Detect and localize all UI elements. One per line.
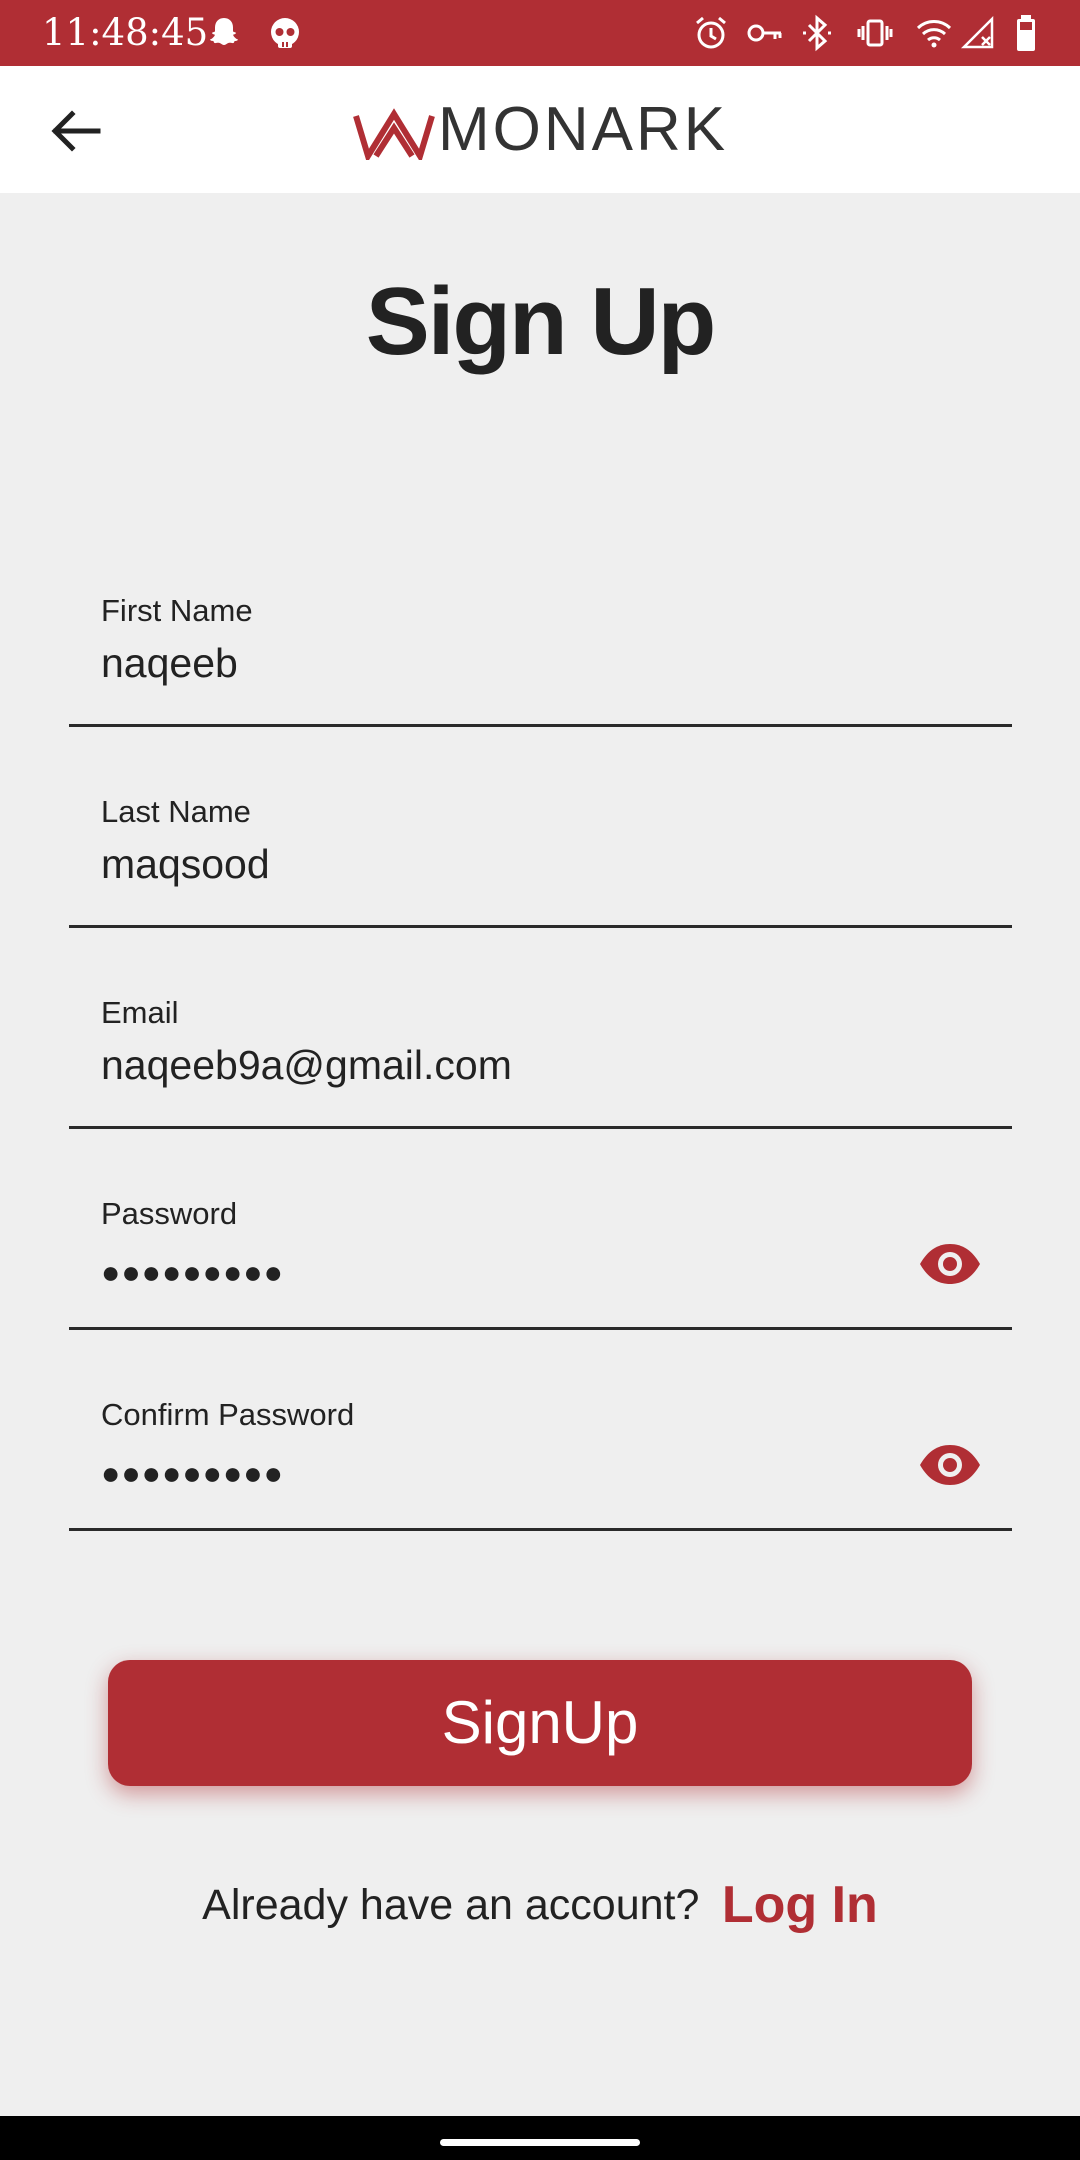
bluetooth-icon: [797, 13, 837, 53]
crown-icon: [352, 102, 436, 160]
confirm-password-visibility-toggle[interactable]: [918, 1441, 982, 1489]
home-gesture-handle[interactable]: [440, 2139, 640, 2146]
wifi-icon: [914, 13, 954, 53]
vpn-key-icon: [745, 13, 785, 53]
snapchat-ghost-icon: [204, 13, 244, 53]
navigation-bar: [0, 2116, 1080, 2160]
email-field[interactable]: Email naqeeb9a@gmail.com: [69, 969, 1012, 1129]
first-name-input[interactable]: naqeeb: [101, 637, 238, 689]
password-label: Password: [101, 1196, 238, 1231]
eye-icon: [920, 1445, 980, 1485]
logo-text: MONARK: [438, 95, 729, 164]
login-link[interactable]: Log In: [722, 1876, 878, 1934]
last-name-label: Last Name: [101, 794, 251, 829]
confirm-password-label: Confirm Password: [101, 1397, 355, 1432]
confirm-password-input[interactable]: ●●●●●●●●●: [101, 1451, 284, 1495]
vibrate-icon: [855, 13, 895, 53]
last-name-field[interactable]: Last Name maqsood: [69, 768, 1012, 928]
first-name-field[interactable]: First Name naqeeb: [69, 567, 1012, 727]
email-label: Email: [101, 995, 179, 1030]
last-name-input[interactable]: maqsood: [101, 838, 270, 890]
monark-logo: MONARK: [352, 94, 732, 166]
alarm-icon: [691, 13, 731, 53]
password-visibility-toggle[interactable]: [918, 1240, 982, 1288]
password-input[interactable]: ●●●●●●●●●: [101, 1250, 284, 1294]
signup-button[interactable]: SignUp: [108, 1660, 972, 1786]
first-name-label: First Name: [101, 593, 253, 628]
password-field[interactable]: Password ●●●●●●●●●: [69, 1170, 1012, 1330]
signal-no-service-icon: [958, 13, 998, 53]
skull-icon: [265, 13, 305, 53]
eye-icon: [920, 1244, 980, 1284]
page-title: Sign Up: [365, 268, 717, 375]
email-input[interactable]: naqeeb9a@gmail.com: [101, 1039, 512, 1091]
status-time: 11:48:45: [42, 11, 209, 54]
app-bar: MONARK: [0, 66, 1080, 193]
arrow-left-icon: [51, 110, 101, 152]
back-button[interactable]: [40, 96, 110, 166]
login-prompt: Already have an account?: [202, 1881, 700, 1929]
battery-icon: [1006, 13, 1046, 53]
confirm-password-field[interactable]: Confirm Password ●●●●●●●●●: [69, 1371, 1012, 1531]
status-bar: 11:48:45: [0, 0, 1080, 66]
login-row: Already have an account? Log In: [0, 1870, 1080, 1940]
